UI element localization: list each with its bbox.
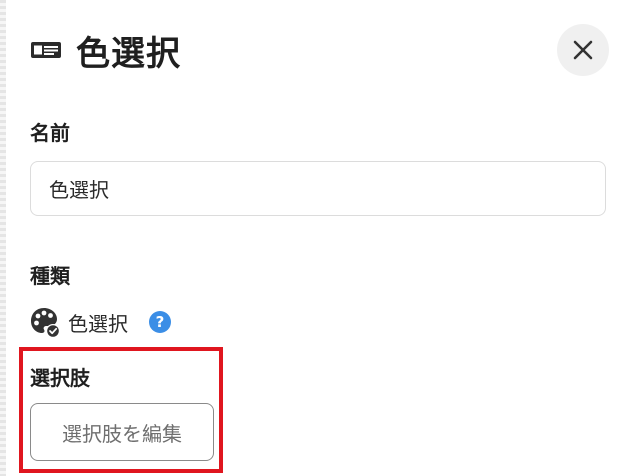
name-label: 名前 xyxy=(30,121,70,145)
svg-text:?: ? xyxy=(156,313,165,331)
color-select-panel: 色選択 名前 種類 色選択 ? 選択肢 選択肢を編集 xyxy=(0,0,624,476)
close-icon xyxy=(573,40,593,60)
edit-options-button[interactable]: 選択肢を編集 xyxy=(30,403,214,461)
close-button[interactable] xyxy=(557,24,609,76)
id-card-icon xyxy=(31,42,61,58)
panel-left-edge xyxy=(0,0,6,476)
palette-icon xyxy=(31,308,60,338)
type-label: 種類 xyxy=(30,264,70,288)
panel-header: 色選択 xyxy=(30,22,181,78)
options-label: 選択肢 xyxy=(30,366,90,390)
panel-title: 色選択 xyxy=(76,33,181,74)
name-input[interactable] xyxy=(30,161,606,216)
type-display: 色選択 ? xyxy=(28,304,172,340)
type-value: 色選択 xyxy=(68,311,128,336)
help-icon[interactable]: ? xyxy=(148,310,172,334)
